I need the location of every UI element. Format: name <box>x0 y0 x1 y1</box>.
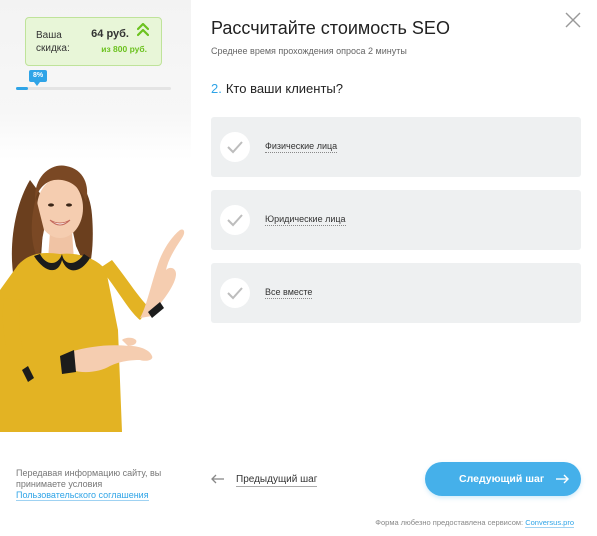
legal-notice-text: Передавая информацию сайту, вы принимает… <box>16 468 162 489</box>
previous-step-label: Предыдущий шаг <box>236 474 318 487</box>
page-title: Рассчитайте стоимость SEO <box>211 18 450 38</box>
option-all[interactable]: Все вместе <box>211 263 581 323</box>
checkmark-icon <box>227 141 243 154</box>
option-individuals[interactable]: Физические лица <box>211 117 581 177</box>
option-check <box>220 278 250 308</box>
question-number: 2. <box>211 81 222 96</box>
checkmark-icon <box>227 287 243 300</box>
discount-from-total: из 800 руб. <box>101 44 147 54</box>
checkmark-icon <box>227 214 243 227</box>
discount-amount: 64 руб. <box>91 28 129 40</box>
option-label: Все вместе <box>265 287 313 299</box>
page-subtitle: Среднее время прохождения опроса 2 минут… <box>211 46 407 56</box>
progress-percent-badge: 8% <box>29 70 47 86</box>
option-legal-entities[interactable]: Юридические лица <box>211 190 581 250</box>
discount-label: Ваша скидка: <box>36 30 70 54</box>
footer-note-text: Форма любезно предоставлена сервисом: <box>375 518 524 527</box>
arrow-right-icon <box>556 474 569 484</box>
option-label: Юридические лица <box>265 214 346 226</box>
arrow-left-icon <box>211 474 224 484</box>
consultant-photo <box>0 160 191 432</box>
option-check <box>220 205 250 235</box>
question-heading: 2. Кто ваши клиенты? <box>211 81 343 96</box>
double-chevron-up-icon <box>137 23 149 37</box>
close-icon[interactable] <box>565 12 581 28</box>
progress-bar-fill <box>16 87 29 90</box>
legal-notice: Передавая информацию сайту, вы принимает… <box>16 468 176 501</box>
progress-bar <box>16 87 171 90</box>
next-step-label: Следующий шаг <box>459 473 545 485</box>
discount-box: Ваша скидка: 64 руб. из 800 руб. <box>25 17 162 66</box>
left-panel: Ваша скидка: 64 руб. из 800 руб. 8% Пере… <box>0 0 191 536</box>
footer-note: Форма любезно предоставлена сервисом: Co… <box>375 518 574 528</box>
option-label: Физические лица <box>265 141 338 153</box>
next-step-button[interactable]: Следующий шаг <box>425 462 581 496</box>
conversus-link[interactable]: Conversus.pro <box>525 518 574 528</box>
question-text: Кто ваши клиенты? <box>225 81 343 96</box>
user-agreement-link[interactable]: Пользовательского соглашения <box>16 490 149 501</box>
option-check <box>220 132 250 162</box>
